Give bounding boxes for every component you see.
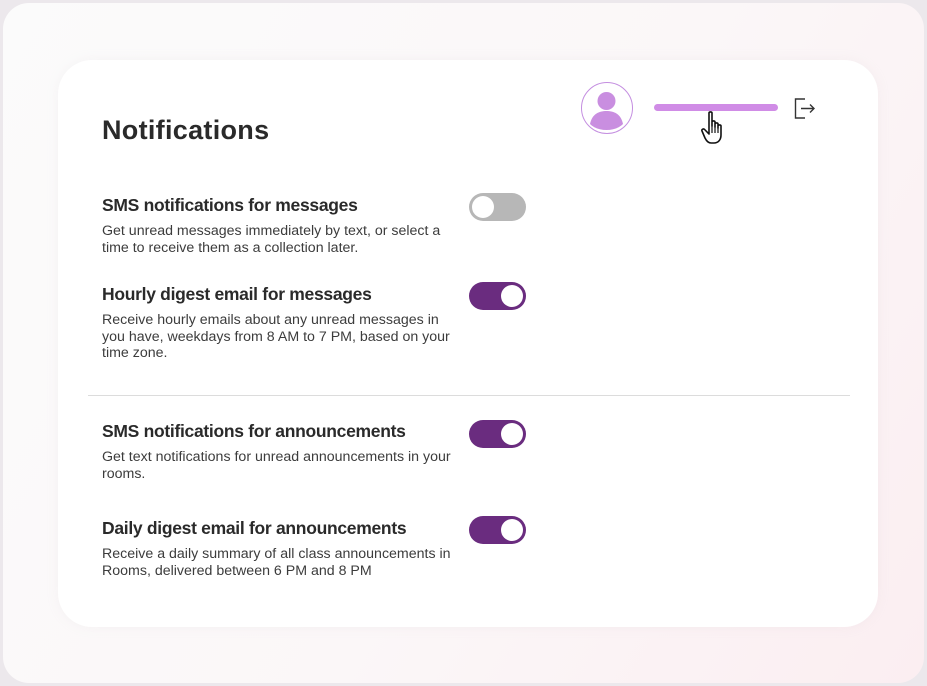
setting-title: Hourly digest email for messages [102, 284, 372, 304]
toggle-knob [501, 285, 523, 307]
toggle-knob [501, 423, 523, 445]
user-avatar-icon[interactable] [581, 82, 633, 134]
setting-description: Get text notifications for unread announ… [102, 449, 451, 482]
setting-title: SMS notifications for messages [102, 195, 358, 215]
setting-hourly-digest-messages: Hourly digest email for messages Receive… [102, 283, 522, 362]
section-divider [88, 395, 850, 396]
toggle-sms-announcements[interactable] [469, 420, 526, 448]
setting-description: Receive a daily summary of all class ann… [102, 546, 451, 579]
setting-daily-digest-announcements: Daily digest email for announcements Rec… [102, 517, 522, 579]
toggle-sms-messages[interactable] [469, 193, 526, 221]
app-window: Notifications SMS notifications for mess… [3, 3, 924, 683]
notifications-card: Notifications SMS notifications for mess… [58, 60, 878, 627]
setting-description: Receive hourly emails about any unread m… [102, 312, 450, 361]
toggle-hourly-digest-messages[interactable] [469, 282, 526, 310]
setting-sms-announcements: SMS notifications for announcements Get … [102, 420, 522, 482]
toggle-knob [472, 196, 494, 218]
logout-icon[interactable] [793, 95, 817, 121]
setting-title: Daily digest email for announcements [102, 518, 407, 538]
setting-title: SMS notifications for announcements [102, 421, 406, 441]
setting-sms-messages: SMS notifications for messages Get unrea… [102, 194, 522, 256]
toggle-knob [501, 519, 523, 541]
page-title: Notifications [102, 115, 270, 145]
setting-description: Get unread messages immediately by text,… [102, 223, 441, 256]
hand-pointer-cursor-icon [700, 110, 730, 146]
toggle-daily-digest-announcements[interactable] [469, 516, 526, 544]
